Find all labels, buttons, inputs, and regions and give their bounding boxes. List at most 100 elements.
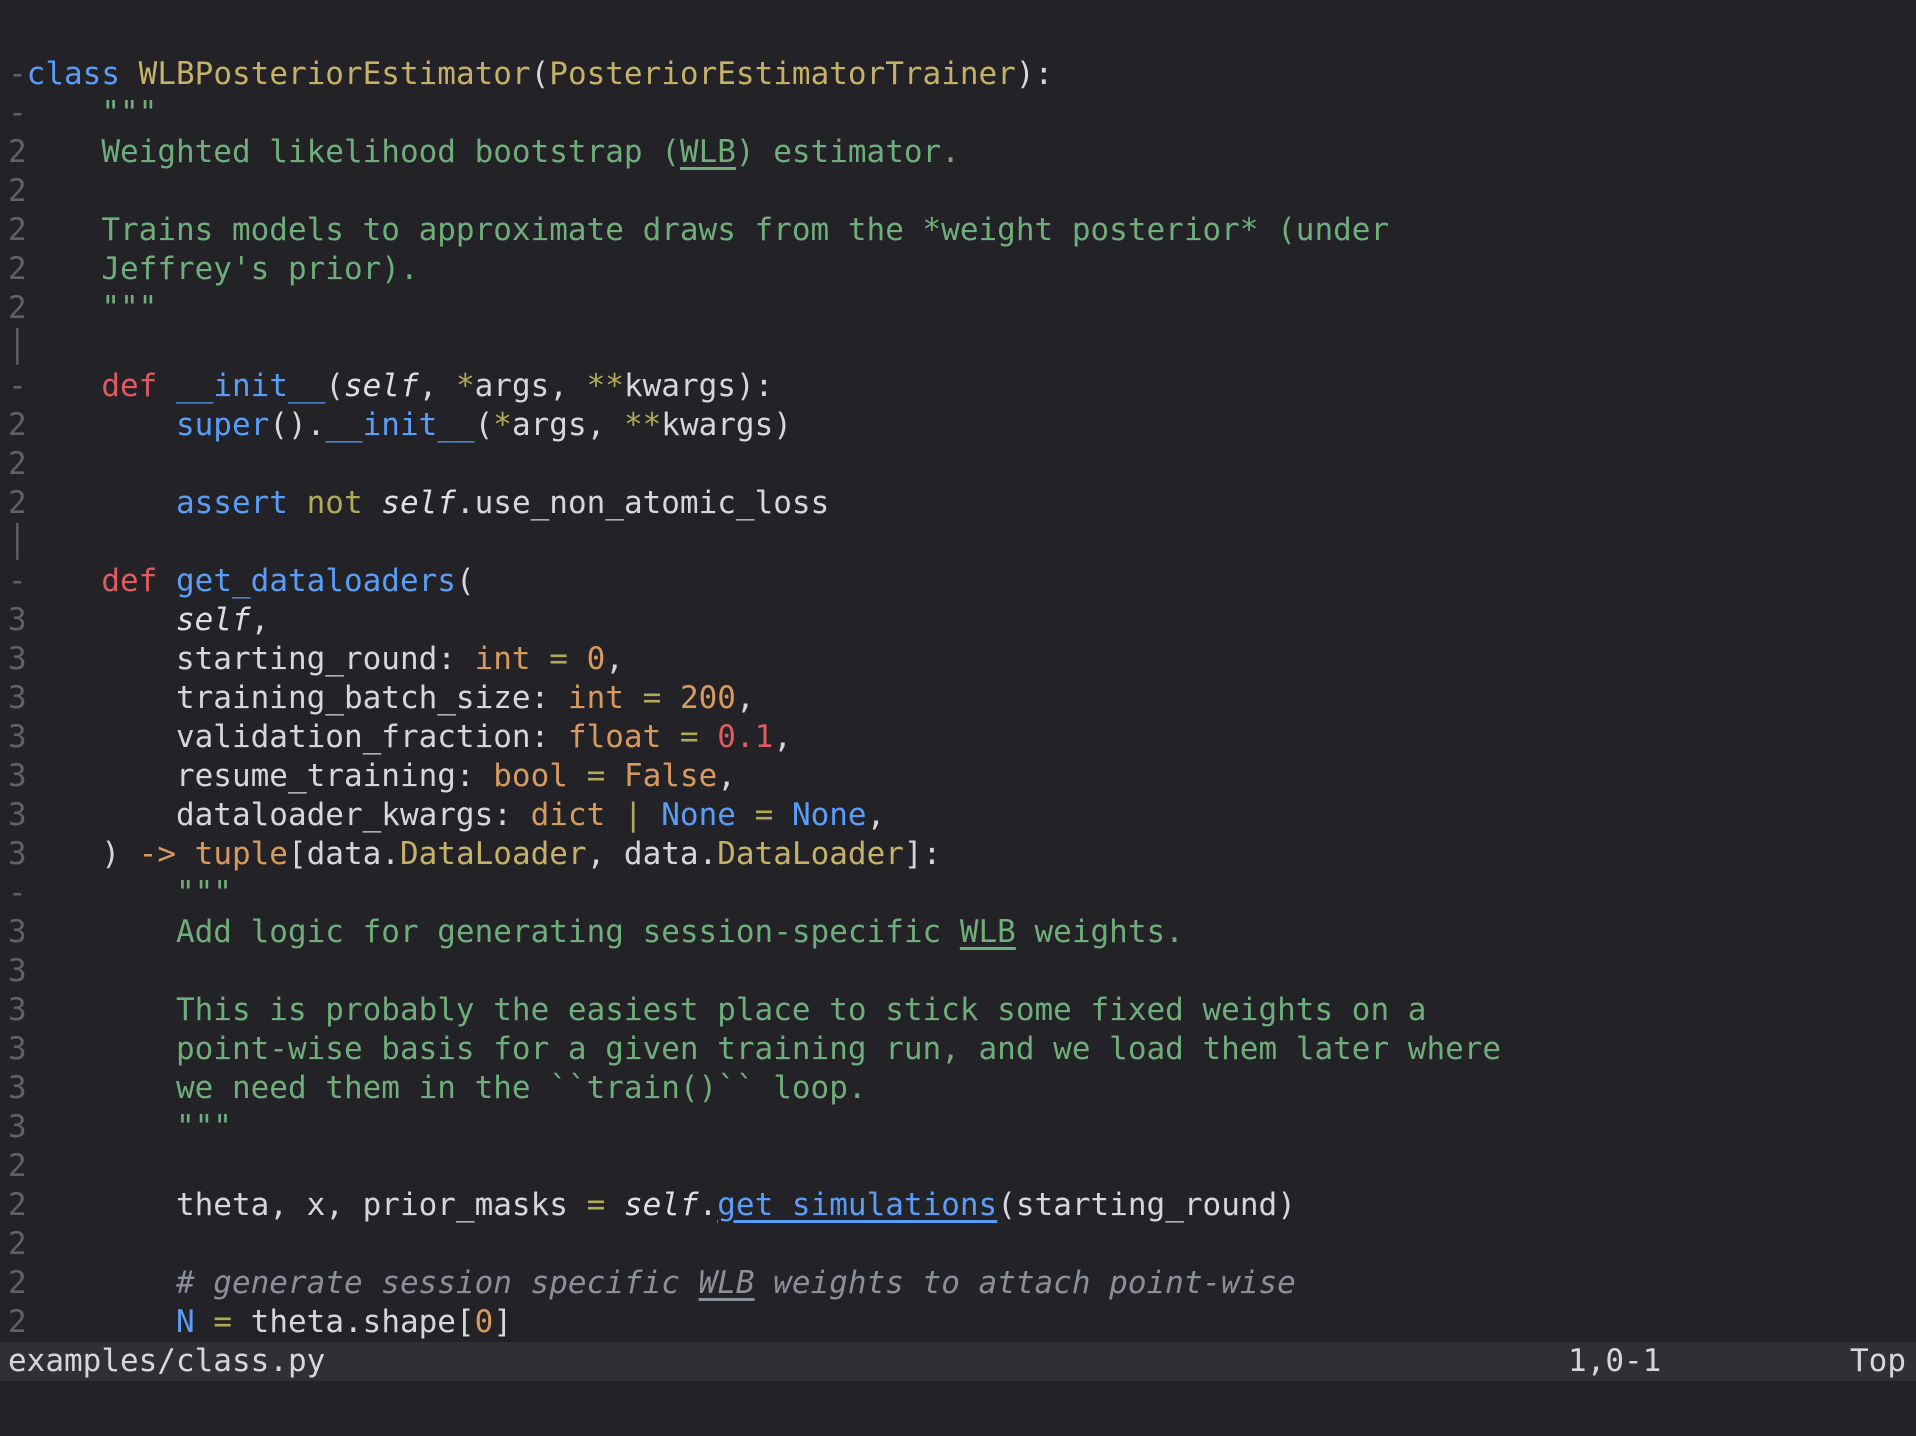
line-text: Trains models to approximate draws from … bbox=[27, 212, 1389, 248]
line-text: N = theta.shape[0] bbox=[27, 1304, 512, 1340]
fold-level-indicator: 3 bbox=[8, 1070, 27, 1106]
code-line[interactable]: 3 This is probably the easiest place to … bbox=[8, 991, 1916, 1030]
line-text: point-wise basis for a given training ru… bbox=[27, 1031, 1501, 1067]
code-line[interactable]: 2 assert not self.use_non_atomic_loss bbox=[8, 484, 1916, 523]
fold-level-indicator: 3 bbox=[8, 602, 27, 638]
code-line[interactable]: -class WLBPosteriorEstimator(PosteriorEs… bbox=[8, 55, 1916, 94]
line-text: def get_dataloaders( bbox=[27, 563, 475, 599]
fold-level-indicator: 3 bbox=[8, 914, 27, 950]
fold-level-indicator: 2 bbox=[8, 485, 27, 521]
code-line[interactable]: 2 N = theta.shape[0] bbox=[8, 1303, 1916, 1342]
fold-level-indicator: 2 bbox=[8, 173, 27, 209]
line-text: Weighted likelihood bootstrap (WLB) esti… bbox=[27, 134, 960, 170]
fold-level-indicator: 2 bbox=[8, 1304, 27, 1340]
code-line[interactable]: - """ bbox=[8, 94, 1916, 133]
code-line[interactable] bbox=[8, 16, 1916, 55]
line-text: assert not self.use_non_atomic_loss bbox=[27, 485, 830, 521]
fold-level-indicator: 2 bbox=[8, 407, 27, 443]
code-line[interactable]: 3 validation_fraction: float = 0.1, bbox=[8, 718, 1916, 757]
line-text: def __init__(self, *args, **kwargs): bbox=[27, 368, 774, 404]
code-line[interactable]: 2 super().__init__(*args, **kwargs) bbox=[8, 406, 1916, 445]
fold-level-indicator: 2 bbox=[8, 1148, 27, 1184]
code-line[interactable]: 2 bbox=[8, 172, 1916, 211]
code-line[interactable]: │ bbox=[8, 523, 1916, 562]
fold-level-indicator: 3 bbox=[8, 797, 27, 833]
fold-level-indicator: │ bbox=[8, 524, 27, 560]
fold-level-indicator: 2 bbox=[8, 1187, 27, 1223]
fold-level-indicator: 3 bbox=[8, 719, 27, 755]
fold-level-indicator: 3 bbox=[8, 758, 27, 794]
code-line[interactable]: - """ bbox=[8, 874, 1916, 913]
line-text: self, bbox=[27, 602, 270, 638]
code-line[interactable]: 3 Add logic for generating session-speci… bbox=[8, 913, 1916, 952]
fold-level-indicator: 2 bbox=[8, 1265, 27, 1301]
code-line[interactable]: 3 we need them in the ``train()`` loop. bbox=[8, 1069, 1916, 1108]
line-text: """ bbox=[27, 95, 158, 131]
code-line[interactable]: - def get_dataloaders( bbox=[8, 562, 1916, 601]
code-line[interactable]: - def __init__(self, *args, **kwargs): bbox=[8, 367, 1916, 406]
line-text: This is probably the easiest place to st… bbox=[27, 992, 1427, 1028]
fold-level-indicator: 2 bbox=[8, 446, 27, 482]
fold-level-indicator: 2 bbox=[8, 212, 27, 248]
fold-level-indicator: 3 bbox=[8, 836, 27, 872]
line-text: # generate session specific WLB weights … bbox=[27, 1265, 1296, 1301]
fold-open-indicator[interactable]: - bbox=[8, 563, 27, 599]
code-line[interactable]: 2 theta, x, prior_masks = self.get_simul… bbox=[8, 1186, 1916, 1225]
fold-level-indicator: 2 bbox=[8, 251, 27, 287]
fold-open-indicator[interactable]: - bbox=[8, 95, 27, 131]
command-line[interactable] bbox=[0, 1381, 1916, 1436]
fold-open-indicator[interactable]: - bbox=[8, 56, 27, 92]
code-line[interactable]: 2 # generate session specific WLB weight… bbox=[8, 1264, 1916, 1303]
code-line[interactable]: 3 bbox=[8, 952, 1916, 991]
line-text: ) -> tuple[data.DataLoader, data.DataLoa… bbox=[27, 836, 942, 872]
cursor-position: 1,0-1 bbox=[1568, 1342, 1661, 1381]
code-line[interactable]: 2 Jeffrey's prior). bbox=[8, 250, 1916, 289]
code-line[interactable]: 3 dataloader_kwargs: dict | None = None, bbox=[8, 796, 1916, 835]
fold-column-blank bbox=[8, 17, 27, 53]
line-text: starting_round: int = 0, bbox=[27, 641, 624, 677]
line-text: """ bbox=[27, 290, 158, 326]
line-text: resume_training: bool = False, bbox=[27, 758, 736, 794]
code-line[interactable]: 2 bbox=[8, 1147, 1916, 1186]
editor-window: -class WLBPosteriorEstimator(PosteriorEs… bbox=[0, 0, 1916, 1436]
code-line[interactable]: │ bbox=[8, 328, 1916, 367]
code-area[interactable]: -class WLBPosteriorEstimator(PosteriorEs… bbox=[0, 0, 1916, 1342]
fold-open-indicator[interactable]: - bbox=[8, 368, 27, 404]
code-line[interactable]: 3 resume_training: bool = False, bbox=[8, 757, 1916, 796]
fold-level-indicator: │ bbox=[8, 329, 27, 365]
code-line[interactable]: 3 training_batch_size: int = 200, bbox=[8, 679, 1916, 718]
line-text: dataloader_kwargs: dict | None = None, bbox=[27, 797, 886, 833]
fold-level-indicator: 2 bbox=[8, 134, 27, 170]
statusline-filename: examples/class.py bbox=[8, 1342, 325, 1381]
line-text: theta, x, prior_masks = self.get_simulat… bbox=[27, 1187, 1296, 1223]
line-text: Add logic for generating session-specifi… bbox=[27, 914, 1184, 950]
code-line[interactable]: 3 starting_round: int = 0, bbox=[8, 640, 1916, 679]
code-line[interactable]: 2 """ bbox=[8, 289, 1916, 328]
code-line[interactable]: 3 self, bbox=[8, 601, 1916, 640]
scroll-indicator: Top bbox=[1850, 1342, 1906, 1381]
code-line[interactable]: 2 bbox=[8, 445, 1916, 484]
fold-level-indicator: 2 bbox=[8, 290, 27, 326]
line-text: super().__init__(*args, **kwargs) bbox=[27, 407, 792, 443]
code-line[interactable]: 3 ) -> tuple[data.DataLoader, data.DataL… bbox=[8, 835, 1916, 874]
code-line[interactable]: 3 point-wise basis for a given training … bbox=[8, 1030, 1916, 1069]
fold-level-indicator: 3 bbox=[8, 1109, 27, 1145]
code-line[interactable]: 2 Trains models to approximate draws fro… bbox=[8, 211, 1916, 250]
fold-level-indicator: 3 bbox=[8, 953, 27, 989]
line-text: """ bbox=[27, 1109, 232, 1145]
code-line[interactable]: 2 bbox=[8, 1225, 1916, 1264]
code-line[interactable]: 3 """ bbox=[8, 1108, 1916, 1147]
fold-level-indicator: 3 bbox=[8, 680, 27, 716]
code-line[interactable]: 2 Weighted likelihood bootstrap (WLB) es… bbox=[8, 133, 1916, 172]
fold-level-indicator: 3 bbox=[8, 1031, 27, 1067]
line-text: we need them in the ``train()`` loop. bbox=[27, 1070, 867, 1106]
line-text: Jeffrey's prior). bbox=[27, 251, 419, 287]
status-bar: examples/class.py 1,0-1 Top bbox=[0, 1342, 1916, 1381]
line-text: """ bbox=[27, 875, 232, 911]
fold-open-indicator[interactable]: - bbox=[8, 875, 27, 911]
fold-level-indicator: 3 bbox=[8, 992, 27, 1028]
line-text: class WLBPosteriorEstimator(PosteriorEst… bbox=[27, 56, 1054, 92]
fold-level-indicator: 2 bbox=[8, 1226, 27, 1262]
line-text: training_batch_size: int = 200, bbox=[27, 680, 755, 716]
line-text: validation_fraction: float = 0.1, bbox=[27, 719, 792, 755]
